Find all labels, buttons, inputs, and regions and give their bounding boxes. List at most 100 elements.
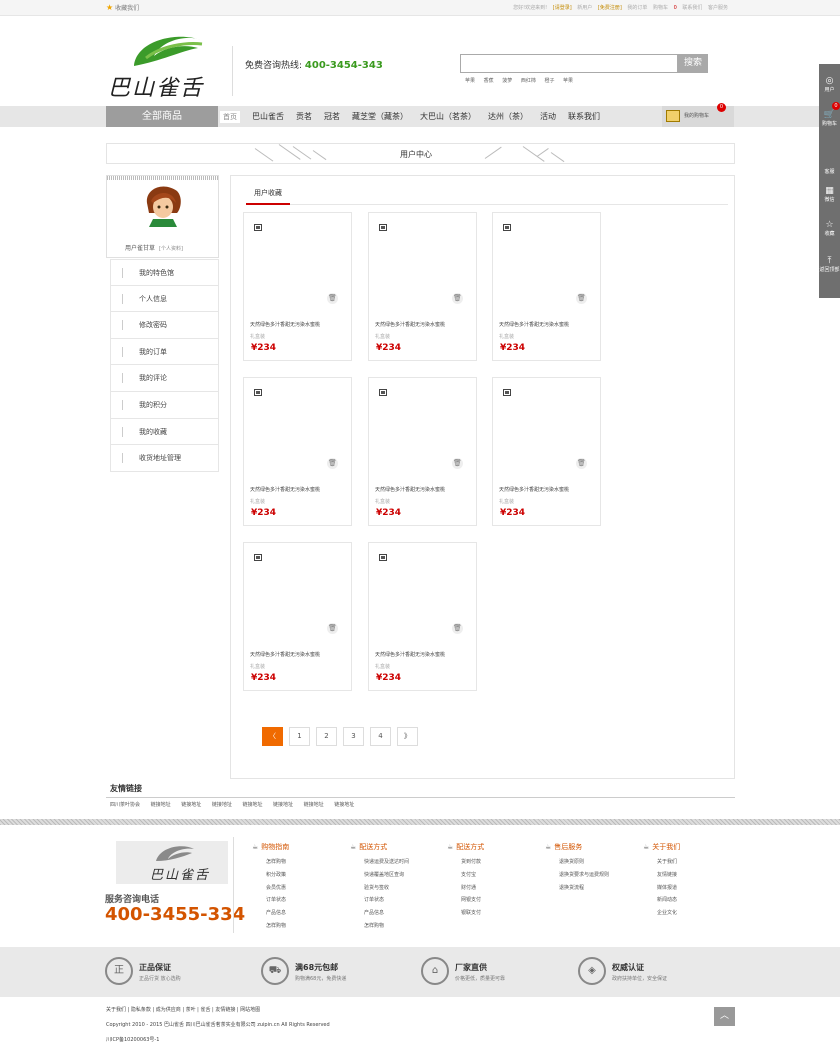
hot-word[interactable]: 西红柿 [521, 78, 536, 84]
menu-item-favorites[interactable]: 我的收藏 [110, 418, 219, 446]
footer-link[interactable]: 友情链接 [643, 869, 680, 882]
nav-item[interactable]: 活动 [540, 111, 556, 122]
footer-link[interactable]: 货到付款 [447, 856, 484, 869]
nav-item[interactable]: 联系我们 [568, 111, 600, 122]
search-input[interactable] [460, 54, 678, 73]
product-card[interactable]: 🗑 天然绿色多汁香甜无污染水蜜桃 礼盒装 ¥234 [368, 542, 477, 691]
footer-link[interactable]: 媒体报道 [643, 882, 680, 895]
trash-icon[interactable]: 🗑 [327, 458, 338, 469]
product-card[interactable]: 🗑 天然绿色多汁香甜无污染水蜜桃 礼盒装 ¥234 [492, 212, 601, 361]
page-button[interactable]: 2 [316, 727, 337, 746]
register-link[interactable]: [免费注册] [598, 5, 622, 11]
page-button[interactable]: 3 [343, 727, 364, 746]
hot-word[interactable]: 菠萝 [502, 78, 512, 84]
friend-link[interactable]: 链接地址 [334, 802, 354, 808]
product-card[interactable]: 🗑 天然绿色多汁香甜无污染水蜜桃 礼盒装 ¥234 [492, 377, 601, 526]
footer-link[interactable]: 验货与签收 [350, 882, 409, 895]
profile-link[interactable]: [个人资料] [159, 246, 183, 252]
product-name[interactable]: 天然绿色多汁香甜无污染水蜜桃 [250, 321, 320, 328]
footer-link[interactable]: 企业文化 [643, 907, 680, 920]
my-orders-link[interactable]: 我的订单 [627, 5, 647, 11]
product-card[interactable]: 🗑 天然绿色多汁香甜无污染水蜜桃 礼盒装 ¥234 [243, 212, 352, 361]
nav-item[interactable]: 冠茗 [324, 111, 340, 122]
hot-word[interactable]: 橙子 [544, 78, 554, 84]
nav-item[interactable]: 巴山雀舌 [252, 111, 284, 122]
prev-page-button[interactable]: 〈 [262, 727, 283, 746]
product-name[interactable]: 天然绿色多汁香甜无污染水蜜桃 [375, 651, 445, 658]
menu-item-featured[interactable]: 我的特色馆 [110, 259, 219, 286]
customer-service-link[interactable]: 客户服务 [708, 5, 728, 11]
menu-item-address[interactable]: 收货地址管理 [110, 445, 219, 472]
product-card[interactable]: 🗑 天然绿色多汁香甜无污染水蜜桃 礼盒装 ¥234 [368, 377, 477, 526]
friend-link[interactable]: 链接地址 [151, 802, 171, 808]
footer-link[interactable]: 退换货原则 [545, 856, 609, 869]
hot-word[interactable]: 苹果 [465, 78, 475, 84]
bottom-links[interactable]: 关于我们 | 隐私条款 | 成为供应商 | 茶叶 | 雀舌 | 友情链接 | 网… [106, 1006, 260, 1013]
menu-item-personal-info[interactable]: 个人信息 [110, 285, 219, 313]
footer-link[interactable]: 快递运费及送达时间 [350, 856, 409, 869]
all-goods-button[interactable]: 全部商品 [106, 106, 218, 127]
footer-link[interactable]: 订单状态 [252, 894, 289, 907]
product-name[interactable]: 天然绿色多汁香甜无污染水蜜桃 [250, 651, 320, 658]
product-card[interactable]: 🗑 天然绿色多汁香甜无污染水蜜桃 礼盒装 ¥234 [368, 212, 477, 361]
favorite-link[interactable]: ★ 收藏我们 [106, 3, 139, 12]
page-button[interactable]: 1 [289, 727, 310, 746]
contact-link[interactable]: 联系我们 [682, 5, 702, 11]
footer-link[interactable]: 关于我们 [643, 856, 680, 869]
product-card[interactable]: 🗑 天然绿色多汁香甜无污染水蜜桃 礼盒装 ¥234 [243, 377, 352, 526]
product-name[interactable]: 天然绿色多汁香甜无污染水蜜桃 [375, 321, 445, 328]
nav-item[interactable]: 贡茗 [296, 111, 312, 122]
menu-item-points[interactable]: 我的积分 [110, 391, 219, 419]
trash-icon[interactable]: 🗑 [452, 458, 463, 469]
friend-link[interactable]: 链接地址 [304, 802, 324, 808]
footer-link[interactable]: 积分政策 [252, 869, 289, 882]
friend-link[interactable]: 链接地址 [181, 802, 201, 808]
footer-link[interactable]: 网银支付 [447, 894, 484, 907]
footer-link[interactable]: 怎样购物 [252, 920, 289, 933]
sidebar-cart[interactable]: 🛒 购物车 [819, 110, 840, 127]
footer-link[interactable]: 退换货要求与运费规则 [545, 869, 609, 882]
footer-link[interactable]: 订单状态 [350, 894, 409, 907]
product-card[interactable]: 🗑 天然绿色多汁香甜无污染水蜜桃 礼盒装 ¥234 [243, 542, 352, 691]
friend-link[interactable]: 四川茶叶协会 [110, 802, 140, 808]
tab-favorites[interactable]: 用户收藏 [246, 186, 290, 205]
friend-link[interactable]: 链接地址 [212, 802, 232, 808]
avatar[interactable] [143, 183, 183, 227]
friend-link[interactable]: 链接地址 [273, 802, 293, 808]
nav-item[interactable]: 藏芝堂（藏茶） [352, 111, 408, 122]
footer-link[interactable]: 银联支付 [447, 907, 484, 920]
product-name[interactable]: 天然绿色多汁香甜无污染水蜜桃 [499, 486, 569, 493]
trash-icon[interactable]: 🗑 [327, 623, 338, 634]
sidebar-user[interactable]: ◎ 用户 [819, 76, 840, 93]
trash-icon[interactable]: 🗑 [327, 293, 338, 304]
footer-link[interactable]: 支付宝 [447, 869, 484, 882]
footer-link[interactable]: 产品信息 [350, 907, 409, 920]
nav-item[interactable]: 大巴山（茗茶） [420, 111, 476, 122]
trash-icon[interactable]: 🗑 [576, 458, 587, 469]
back-to-top-button[interactable]: ︿ [714, 1007, 735, 1026]
footer-link[interactable]: 会员优惠 [252, 882, 289, 895]
sidebar-wechat[interactable]: ▦ 微信 [819, 186, 840, 203]
trash-icon[interactable]: 🗑 [452, 623, 463, 634]
product-name[interactable]: 天然绿色多汁香甜无污染水蜜桃 [250, 486, 320, 493]
menu-item-reviews[interactable]: 我的评论 [110, 365, 219, 392]
product-name[interactable]: 天然绿色多汁香甜无污染水蜜桃 [499, 321, 569, 328]
footer-link[interactable]: 财付通 [447, 882, 484, 895]
hot-word[interactable]: 香蕉 [484, 78, 494, 84]
login-link[interactable]: [请登录] [553, 5, 572, 11]
nav-item[interactable]: 达州（茶） [488, 111, 528, 122]
next-page-button[interactable]: 》 [397, 727, 418, 746]
trash-icon[interactable]: 🗑 [452, 293, 463, 304]
footer-link[interactable]: 退换货流程 [545, 882, 609, 895]
hot-word[interactable]: 苹果 [563, 78, 573, 84]
sidebar-back-to-top[interactable]: ⤒ 返回顶部 [819, 256, 840, 273]
footer-link[interactable]: 怎样购物 [350, 920, 409, 933]
menu-item-orders[interactable]: 我的订单 [110, 338, 219, 366]
cart-link[interactable]: 购物车 [653, 5, 668, 11]
sidebar-favorite[interactable]: ☆ 收藏 [819, 220, 840, 237]
friend-link[interactable]: 链接地址 [242, 802, 262, 808]
nav-home[interactable]: 首页 [220, 110, 240, 123]
sidebar-service[interactable]: 客服 [819, 168, 840, 175]
footer-link[interactable]: 新闻动态 [643, 894, 680, 907]
footer-link[interactable]: 怎样购物 [252, 856, 289, 869]
